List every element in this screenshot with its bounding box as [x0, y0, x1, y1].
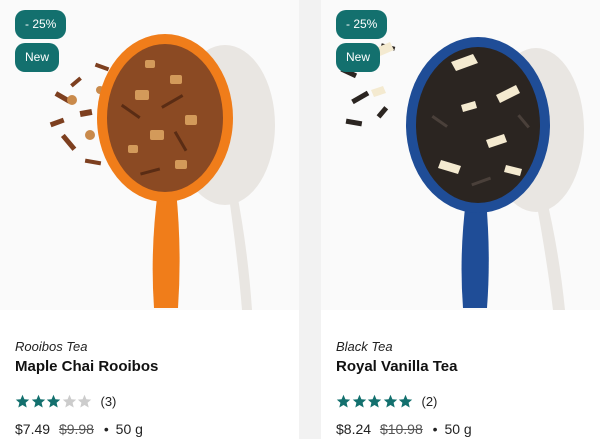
product-category: Rooibos Tea: [15, 339, 88, 354]
price-row: $7.49 $9.98 • 50 g: [15, 421, 143, 437]
star-empty-icon: [62, 394, 76, 407]
current-price: $7.49: [15, 421, 51, 437]
product-image[interactable]: - 25% New: [0, 0, 299, 310]
product-weight: 50 g: [444, 421, 472, 437]
new-badge: New: [15, 43, 60, 72]
product-weight: 50 g: [115, 421, 143, 437]
product-category: Black Tea: [336, 339, 393, 354]
product-name[interactable]: Royal Vanilla Tea: [336, 358, 457, 375]
star-filled-icon: [398, 394, 413, 407]
original-price: $10.98: [379, 421, 423, 437]
product-grid: - 25% New Rooibos Tea Maple Chai Rooibos…: [0, 0, 600, 439]
review-count[interactable]: (2): [422, 394, 438, 409]
discount-badge: - 25%: [336, 10, 388, 39]
star-filled-icon: [15, 394, 30, 407]
product-rating: (3): [15, 393, 116, 409]
current-price: $8.24: [336, 421, 372, 437]
star-rating: [15, 394, 93, 409]
product-card-royal-vanilla-tea[interactable]: - 25% New Black Tea Royal Vanilla Tea (2…: [321, 0, 600, 439]
star-filled-icon: [31, 394, 45, 407]
star-filled-icon: [336, 394, 351, 407]
product-image[interactable]: - 25% New: [321, 0, 600, 310]
review-count[interactable]: (3): [101, 394, 117, 409]
star-empty-icon: [77, 394, 92, 407]
star-filled-icon: [352, 394, 366, 407]
product-name[interactable]: Maple Chai Rooibos: [15, 358, 158, 375]
separator-dot: •: [103, 421, 109, 437]
separator-dot: •: [432, 421, 438, 437]
star-rating: [336, 394, 414, 409]
original-price: $9.98: [58, 421, 94, 437]
discount-badge: - 25%: [15, 10, 67, 39]
price-row: $8.24 $10.98 • 50 g: [336, 421, 472, 437]
star-filled-icon: [383, 394, 397, 407]
card-gutter: [299, 0, 321, 439]
star-filled-icon: [367, 394, 382, 407]
product-rating: (2): [336, 393, 437, 409]
new-badge: New: [336, 43, 381, 72]
star-filled-icon: [46, 394, 61, 407]
product-card-maple-chai-rooibos[interactable]: - 25% New Rooibos Tea Maple Chai Rooibos…: [0, 0, 299, 439]
